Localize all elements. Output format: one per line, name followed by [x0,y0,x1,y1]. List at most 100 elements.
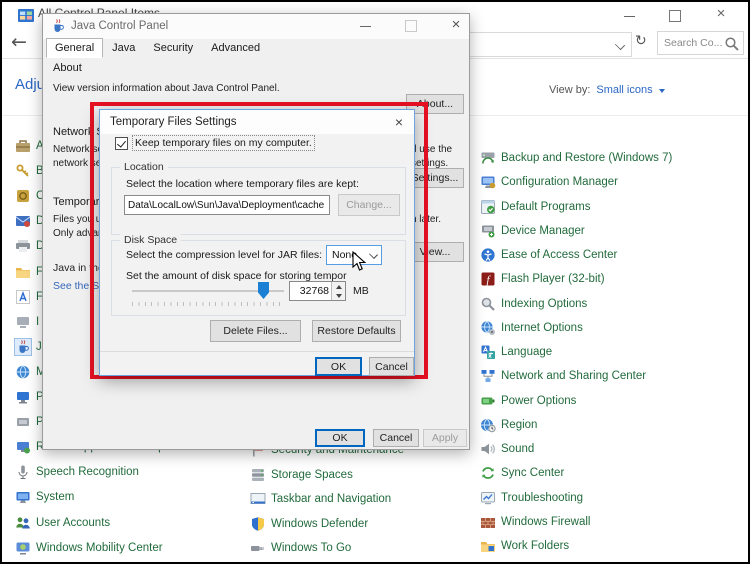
backup-icon [480,150,496,166]
java-ok-button[interactable]: OK [315,429,365,447]
control-panel-item-label: Windows To Go [271,541,352,554]
control-panel-item-label: Indexing Options [501,297,588,310]
java-apply-button: Apply [423,429,467,447]
control-panel-item-label: Internet Options [501,321,583,334]
control-panel-item[interactable]: Network and Sharing Center [480,367,646,384]
control-panel-item[interactable]: Troubleshooting [480,489,583,506]
control-panel-item[interactable]: Windows To Go [250,539,351,556]
control-panel-item[interactable]: Backup and Restore (Windows 7) [480,149,672,166]
back-arrow-icon[interactable]: ← [11,31,27,53]
control-panel-item[interactable]: Windows Defender [250,515,368,532]
control-panel-item[interactable]: Language [480,343,552,360]
control-panel-item[interactable]: Speech Recognition [15,463,139,480]
system-monitor-icon [15,489,31,505]
minimize-icon[interactable] [620,8,638,24]
temporary-files-settings-dialog: Temporary Files Settings × Keep temporar… [99,109,415,376]
control-panel-item-label: Storage Spaces [271,468,353,481]
control-panel-item-label: Windows Firewall [501,515,591,528]
java-window-titlebar[interactable]: Java Control Panel × [43,14,469,39]
java-cancel-button[interactable]: Cancel [373,429,419,447]
java-maximize-icon[interactable] [401,18,421,34]
java-minimize-icon[interactable] [355,18,375,34]
close-icon[interactable]: × [710,4,732,24]
control-panel-item-label: J [36,340,42,353]
control-panel-window-icon [18,9,34,23]
control-panel-item[interactable]: B [15,162,44,179]
tab-security[interactable]: Security [144,39,202,58]
control-panel-item[interactable]: Storage Spaces [250,466,353,483]
disk-size-slider-handle[interactable] [258,282,269,299]
location-group: Location Select the location where tempo… [111,161,406,235]
control-panel-item[interactable]: Power Options [480,392,576,409]
keep-temp-files-checkbox[interactable] [115,137,128,150]
internet-icon [480,320,496,336]
chevron-down-icon[interactable] [614,39,626,51]
tab-advanced[interactable]: Advanced [202,39,269,58]
control-panel-item[interactable]: Sound [480,440,534,457]
location-path-field[interactable]: Data\LocalLow\Sun\Java\Deployment\cache [124,195,330,215]
fonts-icon [15,289,31,305]
control-panel-item[interactable]: Internet Options [480,319,583,336]
control-panel-item[interactable]: Work Folders [480,537,569,554]
spin-up-icon[interactable] [332,282,345,291]
control-panel-item[interactable]: Region [480,416,537,433]
refresh-icon[interactable]: ↻ [635,33,647,49]
control-panel-item[interactable]: P [15,388,44,405]
dialog-close-icon[interactable]: × [388,113,410,132]
control-panel-item[interactable]: Indexing Options [480,295,587,312]
control-panel-item[interactable]: Windows Firewall [480,513,590,530]
default-programs-icon [480,199,496,215]
microphone-icon [15,464,31,480]
view-by-label: View by: [549,84,591,96]
control-panel-item[interactable]: Default Programs [480,198,590,215]
usb-icon [250,540,266,556]
control-panel-item[interactable]: Windows Mobility Center [15,539,163,556]
control-panel-item[interactable]: C [15,187,44,204]
disk-size-spinbox[interactable]: 32768 [289,281,346,301]
control-panel-item[interactable]: A [15,137,44,154]
power-icon [480,393,496,409]
control-panel-item[interactable]: D [15,237,44,254]
control-panel-item[interactable]: D [15,212,44,229]
control-panel-item[interactable]: System [15,488,74,505]
folder-icon [15,264,31,280]
view-by-value[interactable]: Small icons [596,84,652,96]
tab-java[interactable]: Java [103,39,144,58]
control-panel-item-label: Region [501,418,538,431]
dialog-cancel-button[interactable]: Cancel [369,357,414,376]
caret-down-icon [658,89,665,93]
spin-down-icon[interactable] [332,291,345,300]
control-panel-item-label: Troubleshooting [501,491,584,504]
control-panel-item[interactable]: Configuration Manager [480,173,618,190]
dialog-ok-button[interactable]: OK [315,357,362,376]
control-panel-item[interactable]: I [15,313,39,330]
keep-temp-files-label[interactable]: Keep temporary files on my computer. [132,135,315,151]
spinner-buttons [331,282,345,300]
control-panel-item[interactable]: Device Manager [480,222,585,239]
mobility-icon [15,540,31,556]
control-panel-item[interactable]: F [15,288,43,305]
control-panel-item[interactable]: Ease of Access Center [480,246,617,263]
compression-label: Select the compression level for JAR fil… [126,249,323,261]
change-button: Change... [338,194,400,216]
about-description: View version information about Java Cont… [53,83,280,94]
delete-files-button[interactable]: Delete Files... [210,320,301,342]
vault-icon [15,188,31,204]
maximize-icon[interactable] [666,8,684,24]
control-panel-item-label: Ease of Access Center [501,248,618,261]
restore-defaults-button[interactable]: Restore Defaults [312,320,401,342]
control-panel-item[interactable]: f Flash Player (32-bit) [480,270,605,287]
control-panel-item[interactable]: F [15,263,43,280]
control-panel-item[interactable]: M [15,363,46,380]
search-input[interactable]: Search Co... [657,31,744,55]
control-panel-item[interactable]: Taskbar and Navigation [250,490,391,507]
java-close-icon[interactable]: × [445,15,467,35]
firewall-icon [480,514,496,530]
printer-icon [15,238,31,254]
control-panel-item[interactable]: P [15,413,44,430]
tab-general[interactable]: General [46,38,104,58]
control-panel-item[interactable]: Sync Center [480,464,564,481]
control-panel-item[interactable]: User Accounts [15,514,110,531]
control-panel-item[interactable]: J [14,337,42,356]
troubleshoot-icon [480,490,496,506]
